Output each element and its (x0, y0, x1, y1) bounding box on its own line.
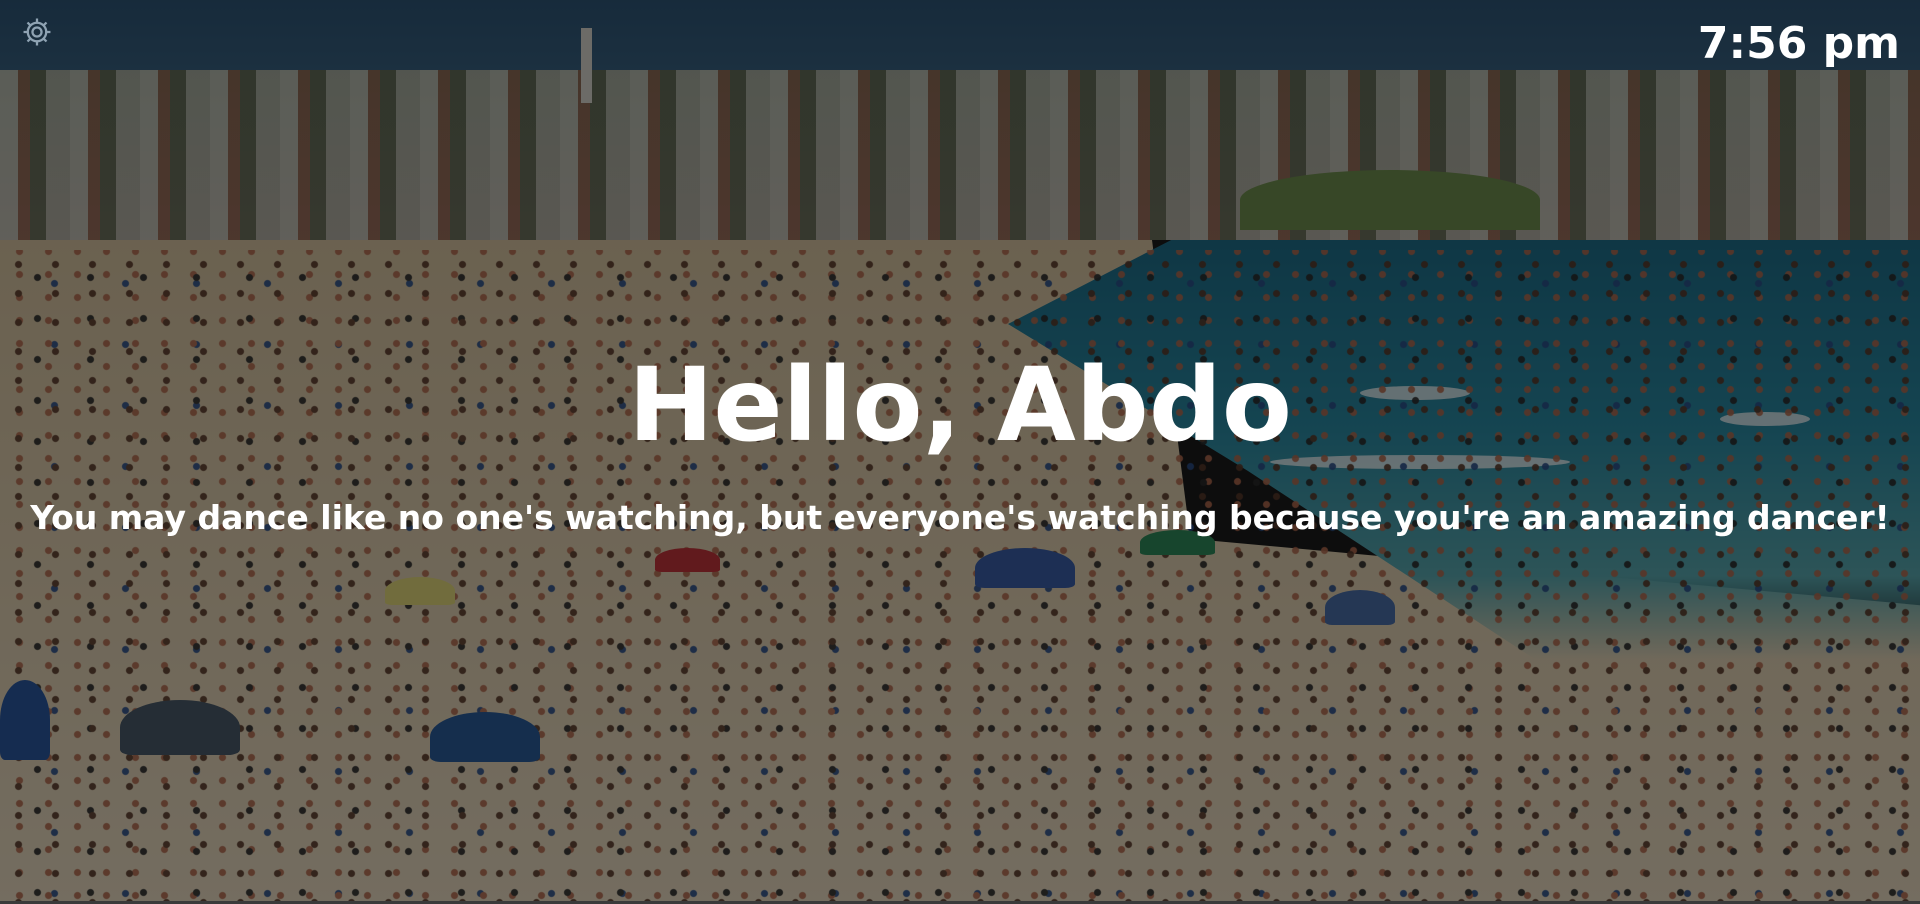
motivational-quote: You may dance like no one's watching, bu… (30, 498, 1890, 537)
clock-time: 7:56 pm (1697, 18, 1900, 69)
gear-icon (23, 18, 51, 46)
settings-button[interactable] (18, 13, 56, 51)
greeting-heading: Hello, Abdo (628, 346, 1292, 465)
